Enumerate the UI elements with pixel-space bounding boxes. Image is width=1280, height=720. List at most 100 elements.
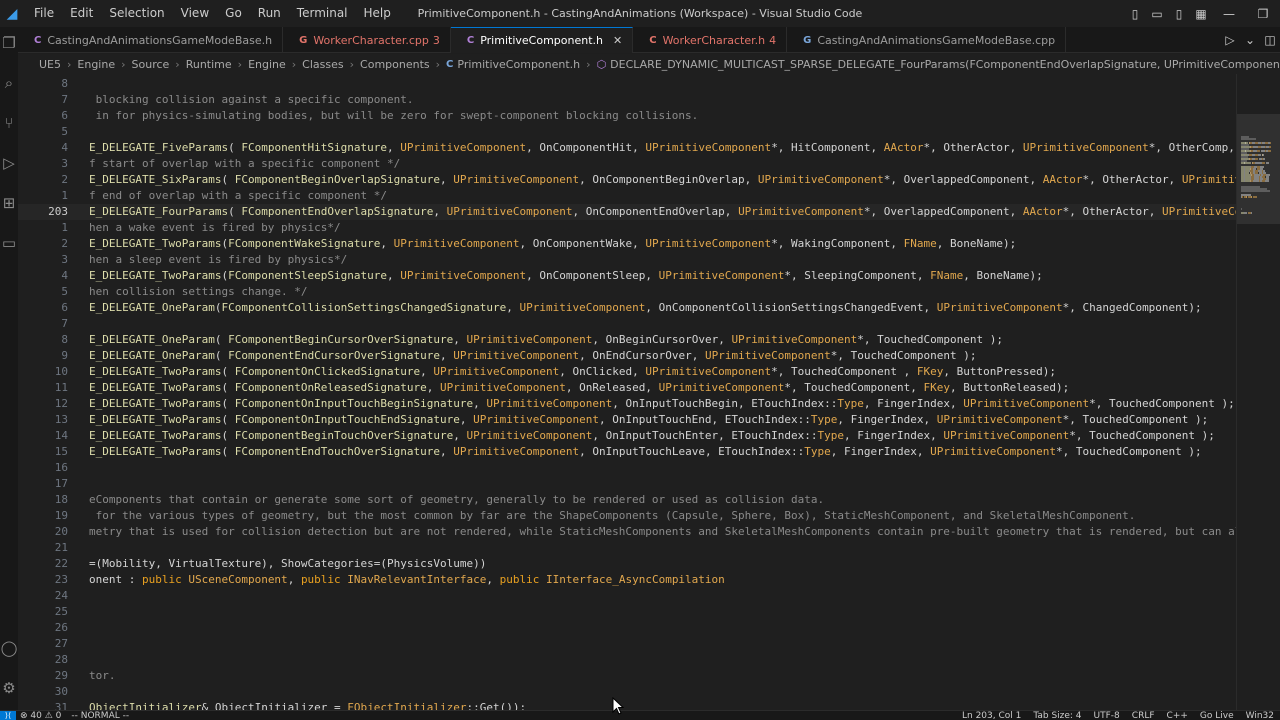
code-editor[interactable]: 8 7 blocking collision against a specific… [18, 74, 1236, 710]
code-line[interactable]: 30 [18, 684, 1236, 700]
search-icon[interactable]: ⌕ [0, 72, 18, 94]
menu-view[interactable]: View [173, 0, 217, 27]
code-line[interactable]: 19 for the various types of geometry, bu… [18, 508, 1236, 524]
toggle-panel-icon[interactable]: ▭ [1146, 7, 1168, 21]
extensions-icon[interactable]: ⊞ [0, 192, 18, 214]
code-line[interactable]: 7 [18, 316, 1236, 332]
code-line[interactable]: 2 E_DELEGATE_TwoParams(FComponentWakeSign… [18, 236, 1236, 252]
code-token: UPrimitiveComponent [433, 365, 560, 378]
code-line[interactable]: 203 E_DELEGATE_FourParams( FComponentEndO… [18, 204, 1236, 220]
encoding[interactable]: UTF-8 [1094, 711, 1120, 720]
run-file-icon[interactable]: ▷ [1220, 33, 1240, 47]
code-line[interactable]: 29 tor. [18, 668, 1236, 684]
breadcrumb-symbol[interactable]: DECLARE_DYNAMIC_MULTICAST_SPARSE_DELEGAT… [610, 58, 1280, 71]
code-line[interactable]: 21 [18, 540, 1236, 556]
settings-gear-icon[interactable]: ⚙ [0, 677, 18, 699]
menu-terminal[interactable]: Terminal [289, 0, 356, 27]
menu-go[interactable]: Go [217, 0, 250, 27]
code-line[interactable]: 28 [18, 652, 1236, 668]
code-text: E_DELEGATE_TwoParams(FComponentWakeSigna… [89, 236, 1236, 252]
code-line[interactable]: 16 [18, 460, 1236, 476]
tab-gamemodebase-cpp[interactable]: G CastingAndAnimationsGameModeBase.cpp [787, 27, 1067, 53]
toggle-secondary-sidebar-icon[interactable]: ▯ [1168, 7, 1190, 21]
cursor-position[interactable]: Ln 203, Col 1 [962, 711, 1021, 720]
split-editor-icon[interactable]: ◫ [1260, 33, 1280, 47]
symbol-icon: ⬡ [596, 57, 607, 71]
code-line[interactable]: 15 E_DELEGATE_TwoParams( FComponentEndTou… [18, 444, 1236, 460]
breadcrumb-item[interactable]: Runtime [186, 58, 232, 71]
code-line[interactable]: 26 [18, 620, 1236, 636]
code-line[interactable]: 3 f start of overlap with a specific comp… [18, 156, 1236, 172]
code-line[interactable]: 25 [18, 604, 1236, 620]
code-line[interactable]: 11 E_DELEGATE_TwoParams( FComponentOnRele… [18, 380, 1236, 396]
code-line[interactable]: 8 [18, 76, 1236, 92]
remote-indicator-icon[interactable]: ⟩⟨ [0, 711, 16, 720]
code-line[interactable]: 20 metry that is used for collision detec… [18, 524, 1236, 540]
minimize-icon[interactable]: — [1212, 7, 1246, 21]
tab-primitivecomponent-h[interactable]: C PrimitiveComponent.h ✕ [450, 27, 634, 53]
source-control-icon[interactable]: ⑂ [0, 112, 18, 134]
chevron-down-icon[interactable]: ⌄ [1240, 33, 1260, 47]
code-line[interactable]: 5 hen collision settings change. */ [18, 284, 1236, 300]
code-line[interactable]: 6 in for physics-simulating bodies, but … [18, 108, 1236, 124]
tab-size[interactable]: Tab Size: 4 [1033, 711, 1081, 720]
problems-indicator[interactable]: ⊗ 40 ⚠ 0 [20, 711, 61, 720]
remote-explorer-icon[interactable]: ▭ [0, 232, 18, 254]
code-line[interactable]: 24 [18, 588, 1236, 604]
tab-workercharacter-h[interactable]: C WorkerCharacter.h 4 [633, 27, 788, 53]
code-line[interactable]: 7 blocking collision against a specific … [18, 92, 1236, 108]
maximize-icon[interactable]: ❐ [1246, 7, 1280, 21]
go-live-button[interactable]: Go Live [1200, 711, 1234, 720]
code-line[interactable]: 17 [18, 476, 1236, 492]
code-line[interactable]: 1 hen a wake event is fired by physics*/ [18, 220, 1236, 236]
breadcrumb-item[interactable]: Engine [77, 58, 115, 71]
code-line[interactable]: 12 E_DELEGATE_TwoParams( FComponentOnInpu… [18, 396, 1236, 412]
breadcrumb-item[interactable]: Source [132, 58, 170, 71]
breadcrumb-file[interactable]: PrimitiveComponent.h [457, 58, 580, 71]
code-text: E_DELEGATE_OneParam( FComponentBeginCurs… [89, 332, 1236, 348]
toggle-sidebar-icon[interactable]: ▯ [1124, 7, 1146, 21]
customize-layout-icon[interactable]: ▦ [1190, 7, 1212, 21]
code-line[interactable]: 22 =(Mobility, VirtualTexture), ShowCateg… [18, 556, 1236, 572]
code-line[interactable]: 18 eComponents that contain or generate s… [18, 492, 1236, 508]
code-line[interactable]: 9 E_DELEGATE_OneParam( FComponentEndCurso… [18, 348, 1236, 364]
code-line[interactable]: 5 [18, 124, 1236, 140]
close-icon[interactable]: ✕ [613, 34, 622, 47]
explorer-icon[interactable]: ❐ [0, 32, 18, 54]
language-mode[interactable]: C++ [1167, 711, 1188, 720]
code-token: , FingerIndex, [830, 445, 931, 458]
code-line[interactable]: 27 [18, 636, 1236, 652]
account-icon[interactable]: ◯ [0, 637, 18, 659]
menu-help[interactable]: Help [356, 0, 399, 27]
menu-edit[interactable]: Edit [62, 0, 101, 27]
breadcrumb-item[interactable]: Classes [302, 58, 343, 71]
breadcrumb-item[interactable]: Engine [248, 58, 286, 71]
line-number: 8 [61, 77, 68, 90]
code-line[interactable]: 6 E_DELEGATE_OneParam(FComponentCollision… [18, 300, 1236, 316]
menu-selection[interactable]: Selection [101, 0, 172, 27]
code-line[interactable]: 4 E_DELEGATE_TwoParams(FComponentSleepSig… [18, 268, 1236, 284]
code-line[interactable]: 31 ObjectInitializer& ObjectInitializer =… [18, 700, 1236, 710]
line-ending[interactable]: CRLF [1132, 711, 1155, 720]
platform[interactable]: Win32 [1246, 711, 1274, 720]
menu-run[interactable]: Run [250, 0, 289, 27]
line-number: 18 [54, 493, 68, 506]
minimap-line [1241, 190, 1271, 192]
code-line[interactable]: 14 E_DELEGATE_TwoParams( FComponentBeginT… [18, 428, 1236, 444]
run-debug-icon[interactable]: ▷ [0, 152, 18, 174]
code-line[interactable]: 23 onent : public USceneComponent, public… [18, 572, 1236, 588]
code-line[interactable]: 1 f end of overlap with a specific compon… [18, 188, 1236, 204]
minimap[interactable] [1236, 74, 1280, 710]
code-line[interactable]: 2 E_DELEGATE_SixParams( FComponentBeginOv… [18, 172, 1236, 188]
code-line[interactable]: 10 E_DELEGATE_TwoParams( FComponentOnClic… [18, 364, 1236, 380]
code-line[interactable]: 8 E_DELEGATE_OneParam( FComponentBeginCur… [18, 332, 1236, 348]
tab-gamemodebase-h[interactable]: C CastingAndAnimationsGameModeBase.h [18, 27, 284, 53]
breadcrumb-item[interactable]: UE5 [39, 58, 61, 71]
breadcrumb-item[interactable]: Components [360, 58, 430, 71]
line-number: 21 [54, 541, 68, 554]
code-line[interactable]: 13 E_DELEGATE_TwoParams( FComponentOnInpu… [18, 412, 1236, 428]
menu-file[interactable]: File [26, 0, 62, 27]
tab-workercharacter-cpp[interactable]: G WorkerCharacter.cpp 3 [283, 27, 451, 53]
code-line[interactable]: 4 E_DELEGATE_FiveParams( FComponentHitSig… [18, 140, 1236, 156]
code-line[interactable]: 3 hen a sleep event is fired by physics*/ [18, 252, 1236, 268]
